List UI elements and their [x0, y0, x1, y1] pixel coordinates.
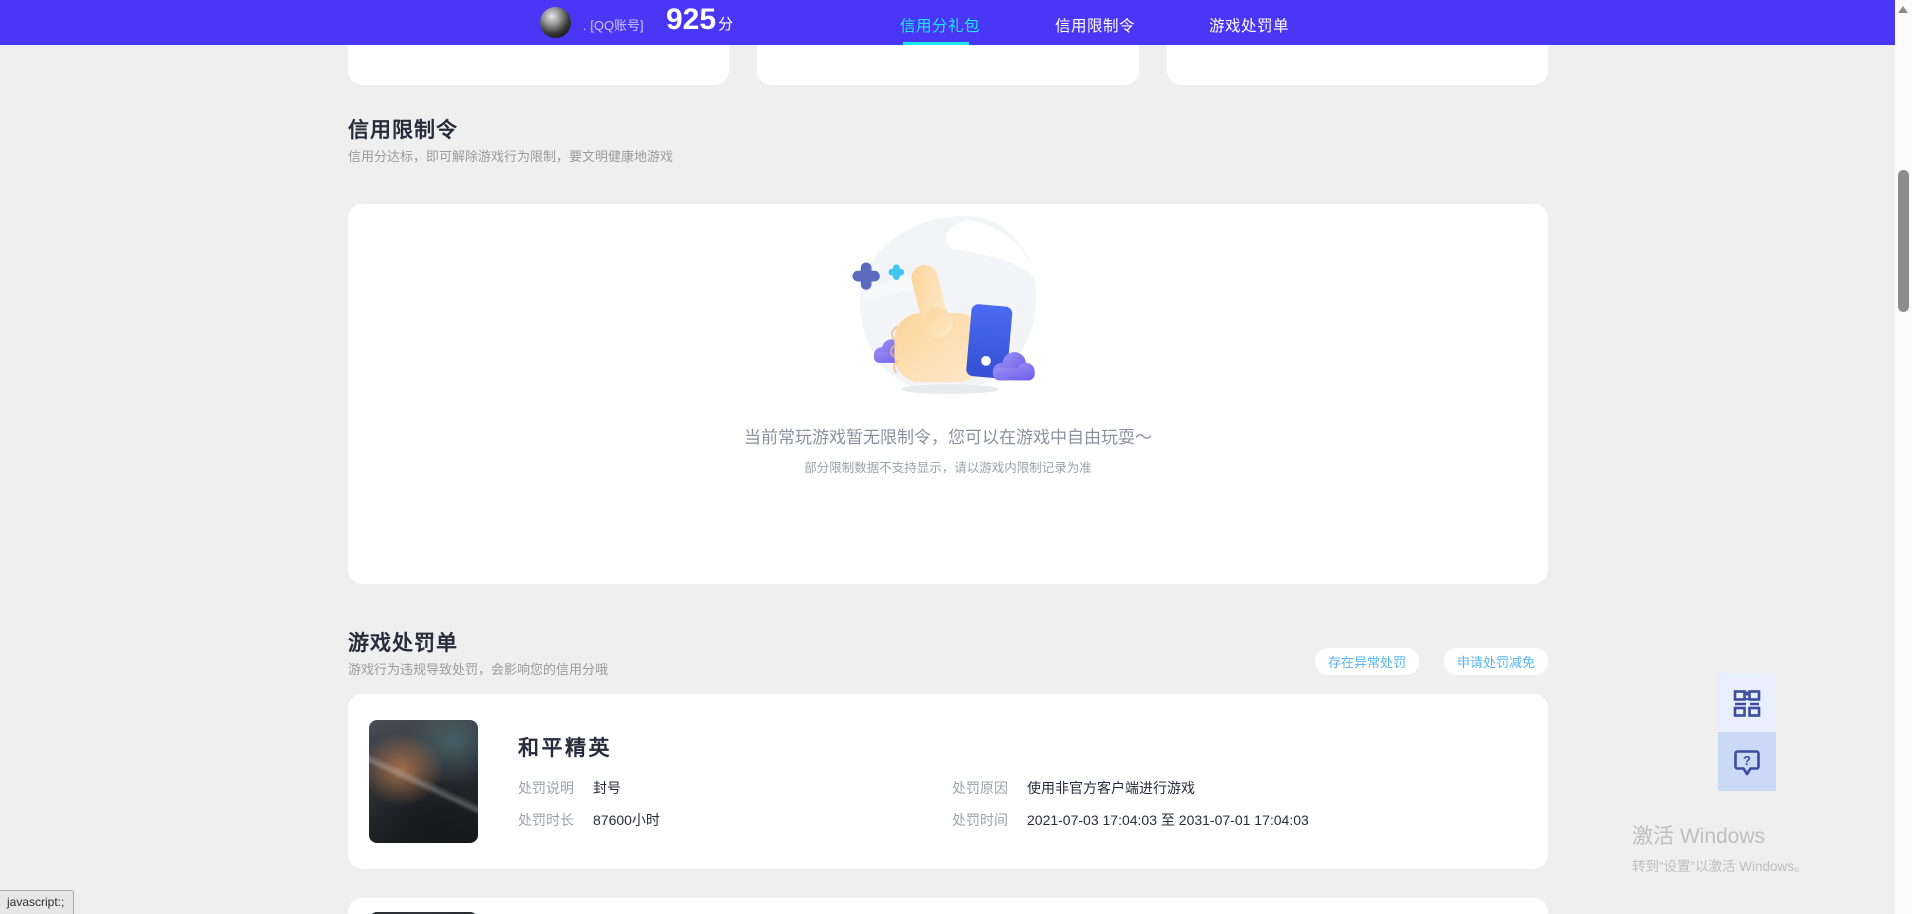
- gift-card-partial[interactable]: [757, 45, 1138, 85]
- watermark-line2: 转到“设置”以激活 Windows。: [1632, 855, 1808, 875]
- penalty-fields: 处罚说明 封号 处罚原因 使用非官方客户端进行游戏 处罚时长 87600小时 处…: [518, 780, 1309, 829]
- penalty-section-title: 游戏处罚单: [348, 631, 608, 656]
- link-status-tooltip: javascript:;: [0, 890, 74, 914]
- penalty-card: 和平精英 处罚说明 封号 处罚原因 使用非官方客户端进行游戏 处罚时长 8760…: [348, 694, 1548, 869]
- scrollbar-thumb[interactable]: [1898, 170, 1909, 312]
- help-bubble-icon: ?: [1732, 747, 1762, 777]
- active-tab-underline: [903, 42, 969, 45]
- restriction-section-title: 信用限制令: [348, 118, 1548, 143]
- windows-activation-watermark: 激活 Windows 转到“设置”以激活 Windows。: [1632, 824, 1808, 875]
- penalty-reduction-button[interactable]: 申请处罚减免: [1444, 648, 1548, 675]
- penalty-field: 处罚说明 封号: [518, 780, 952, 797]
- field-value: 使用非官方客户端进行游戏: [1027, 780, 1195, 797]
- watermark-line1: 激活 Windows: [1632, 824, 1808, 849]
- field-value: 87600小时: [593, 812, 660, 829]
- restriction-empty-card: 当前常玩游戏暂无限制令，您可以在游戏中自由玩耍～ 部分限制数据不支持显示，请以游…: [348, 204, 1548, 584]
- credit-score-unit: 分: [718, 16, 733, 33]
- scrollbar-up-arrow-icon[interactable]: [1898, 6, 1908, 13]
- penalty-field: 处罚时长 87600小时: [518, 812, 952, 829]
- restriction-section-subtitle: 信用分达标，即可解除游戏行为限制，要文明健康地游戏: [348, 149, 1548, 164]
- penalty-section-header: 游戏处罚单 游戏行为违规导致处罚，会影响您的信用分哦 存在异常处罚 申请处罚减免: [348, 631, 1548, 677]
- field-label: 处罚说明: [518, 780, 593, 797]
- field-label: 处罚时间: [952, 812, 1027, 829]
- gift-card-row: [348, 45, 1548, 85]
- tab-game-penalty[interactable]: 游戏处罚单: [1209, 14, 1289, 36]
- penalty-card: 三角洲行动处罚结束: [348, 898, 1548, 914]
- penalty-actions: 存在异常处罚 申请处罚减免: [1315, 648, 1548, 675]
- gift-card-partial[interactable]: [1167, 45, 1548, 85]
- game-thumbnail: [369, 720, 478, 843]
- credit-score-value: 925: [666, 3, 716, 36]
- empty-state-note: 部分限制数据不支持显示，请以游戏内限制记录为准: [348, 461, 1548, 476]
- username-label: . [QQ账号]: [583, 15, 644, 34]
- floating-buttons: ?: [1718, 673, 1776, 791]
- svg-text:?: ?: [1743, 753, 1751, 768]
- penalty-section-subtitle: 游戏行为违规导致处罚，会影响您的信用分哦: [348, 662, 608, 677]
- qr-code-button[interactable]: [1718, 673, 1776, 732]
- empty-state-message: 当前常玩游戏暂无限制令，您可以在游戏中自由玩耍～: [348, 427, 1548, 449]
- tab-credit-restriction[interactable]: 信用限制令: [1055, 14, 1135, 36]
- field-value: 2021-07-03 17:04:03 至 2031-07-01 17:04:0…: [1027, 812, 1309, 829]
- field-label: 处罚原因: [952, 780, 1027, 797]
- vertical-scrollbar[interactable]: [1895, 0, 1912, 914]
- qr-code-icon: [1732, 688, 1762, 718]
- avatar[interactable]: [540, 7, 571, 38]
- main-content: 信用限制令 信用分达标，即可解除游戏行为限制，要文明健康地游戏: [348, 45, 1548, 914]
- top-navbar: . [QQ账号] 925分 信用分礼包 信用限制令 游戏处罚单: [0, 0, 1895, 45]
- field-value: 封号: [593, 780, 621, 797]
- penalty-field: 处罚时间 2021-07-03 17:04:03 至 2031-07-01 17…: [952, 812, 1309, 829]
- credit-score: 925分: [666, 3, 733, 37]
- field-label: 处罚时长: [518, 812, 593, 829]
- abnormal-penalty-button[interactable]: 存在异常处罚: [1315, 648, 1419, 675]
- tab-credit-gift[interactable]: 信用分礼包: [900, 14, 980, 36]
- penalty-info: 和平精英 处罚说明 封号 处罚原因 使用非官方客户端进行游戏 处罚时长 8760…: [518, 720, 1309, 843]
- help-button[interactable]: ?: [1718, 732, 1776, 791]
- gift-card-partial[interactable]: [348, 45, 729, 85]
- penalty-field: 处罚原因 使用非官方客户端进行游戏: [952, 780, 1309, 797]
- game-title: 和平精英: [518, 736, 1309, 761]
- penalty-header-text: 游戏处罚单 游戏行为违规导致处罚，会影响您的信用分哦: [348, 631, 608, 677]
- thumbs-up-illustration: [838, 204, 1058, 394]
